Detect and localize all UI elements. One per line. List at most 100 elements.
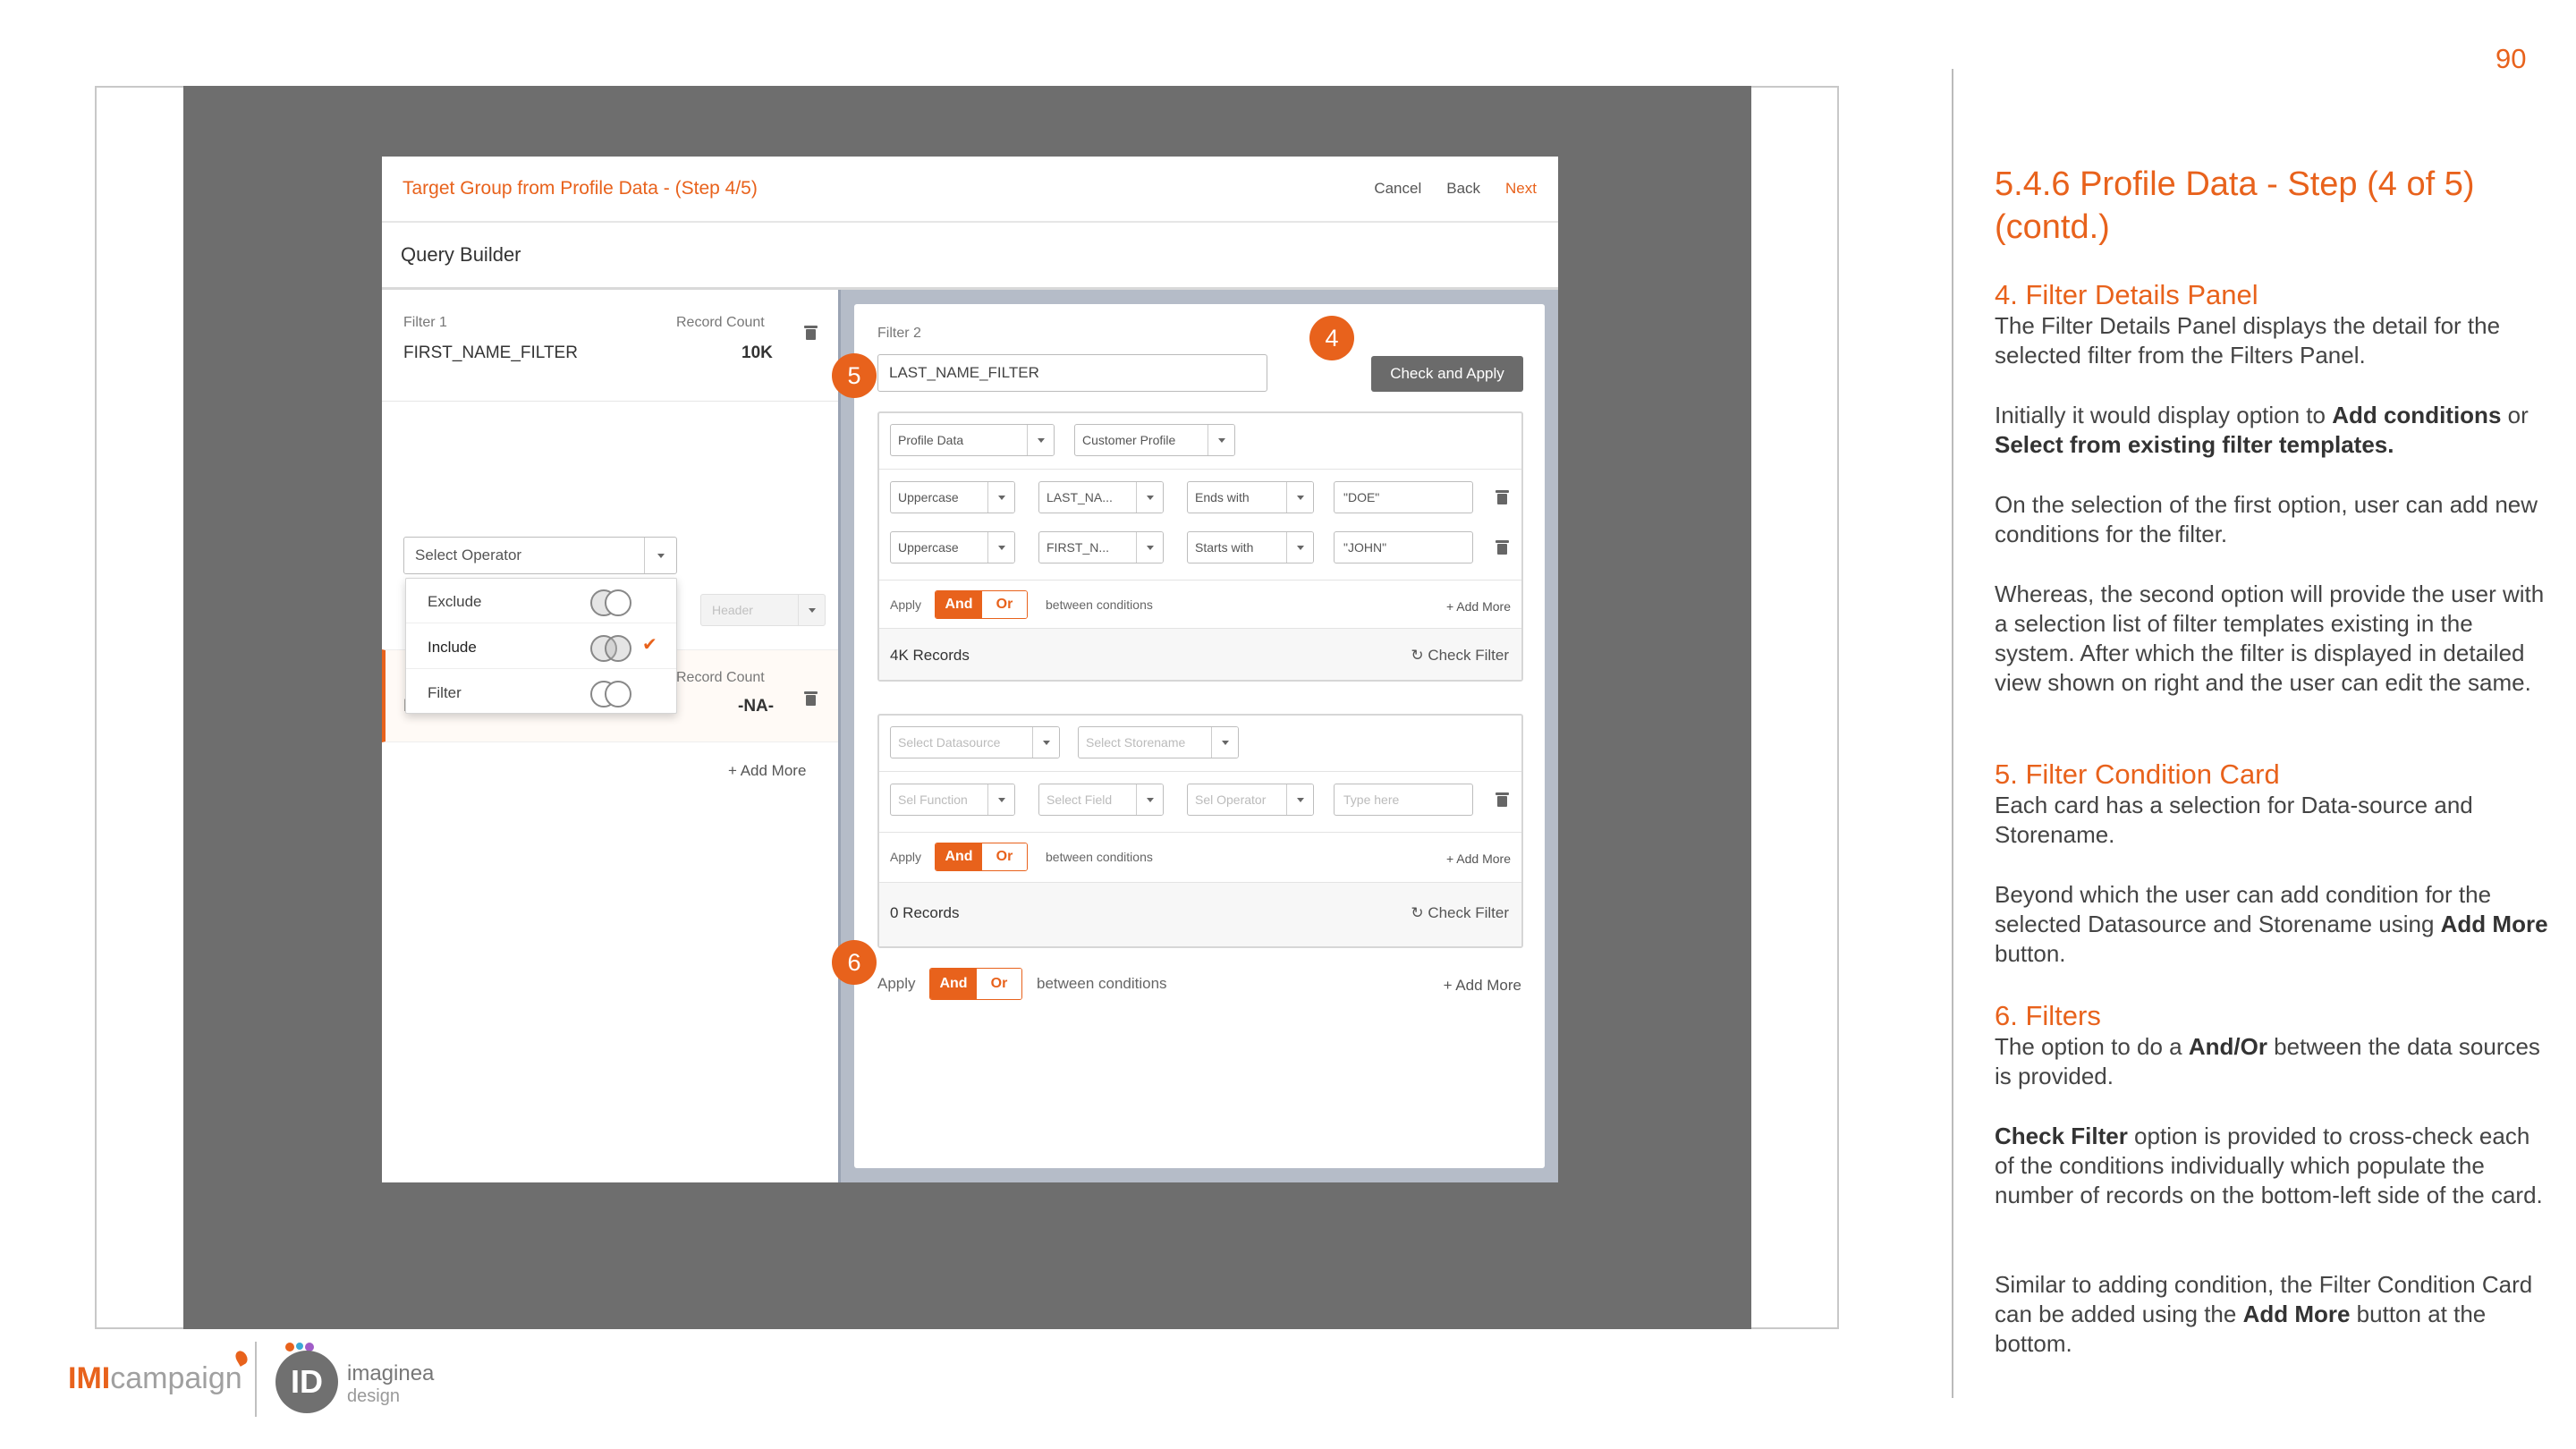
add-more-filter-link[interactable]: + Add More <box>728 762 806 780</box>
and-or-toggle[interactable]: And Or <box>935 843 1028 871</box>
dropdown-value: Profile Data <box>898 433 964 447</box>
operator-dropdown[interactable]: Sel Operator <box>1187 784 1314 816</box>
query-builder-title: Query Builder <box>401 243 521 266</box>
divider <box>879 771 1521 772</box>
check-and-apply-button[interactable]: Check and Apply <box>1371 356 1523 392</box>
check-filter-link[interactable]: ↻ Check Filter <box>1411 647 1509 665</box>
datasource-dropdown[interactable]: Profile Data <box>890 424 1055 456</box>
and-button[interactable]: And <box>936 843 982 870</box>
and-or-toggle[interactable]: And Or <box>935 590 1028 619</box>
value-input[interactable]: Type here <box>1334 784 1473 816</box>
next-button[interactable]: Next <box>1505 180 1537 198</box>
operator-option-filter[interactable]: Filter <box>406 670 676 715</box>
paragraph: On the selection of the first option, us… <box>1995 491 2538 547</box>
dropdown-value: Select Storename <box>1086 735 1186 750</box>
chevron-down-icon <box>644 538 676 573</box>
dropdown-value: Sel Function <box>898 792 968 807</box>
add-more-card-link[interactable]: + Add More <box>1444 977 1521 995</box>
header-dropdown[interactable]: Header <box>700 594 826 626</box>
chevron-down-icon <box>987 482 1014 513</box>
storename-dropdown[interactable]: Customer Profile <box>1074 424 1235 456</box>
chevron-down-icon <box>1032 727 1059 758</box>
filter2-count-label: Record Count <box>676 670 765 685</box>
filter-name-input[interactable]: LAST_NAME_FILTER <box>877 354 1267 392</box>
check-filter-label: Check Filter <box>1428 904 1509 921</box>
records-count: 4K Records <box>890 647 970 664</box>
apply-label: Apply <box>890 597 922 612</box>
function-dropdown[interactable]: Uppercase <box>890 531 1015 564</box>
delete-condition-icon[interactable] <box>1496 540 1509 555</box>
dropdown-value: FIRST_N... <box>1046 540 1110 555</box>
paragraph: Check Filter option is provided to cross… <box>1995 1123 2543 1208</box>
add-more-condition-link[interactable]: + Add More <box>1446 852 1511 866</box>
delete-condition-icon[interactable] <box>1496 490 1509 504</box>
dropdown-value: Uppercase <box>898 490 959 504</box>
or-button[interactable]: Or <box>982 843 1027 870</box>
imaginea-wordmark: imaginea <box>347 1361 435 1385</box>
dropdown-value: Uppercase <box>898 540 959 555</box>
value-input[interactable]: "JOHN" <box>1334 531 1473 564</box>
select-operator-dropdown[interactable]: Select Operator <box>403 537 677 574</box>
chevron-down-icon <box>1136 532 1163 563</box>
filter-details-panel: Filter 2 LAST_NAME_FILTER Check and Appl… <box>841 290 1558 1182</box>
section-title: 5.4.6 Profile Data - Step (4 of 5) (cont… <box>1995 165 2475 246</box>
and-button[interactable]: And <box>930 969 977 999</box>
chevron-down-icon <box>1136 784 1163 815</box>
delete-condition-icon[interactable] <box>1496 792 1509 807</box>
paragraph: Whereas, the second option will provide … <box>1995 580 2545 696</box>
modal-actions: Cancel Back Next <box>1374 180 1537 198</box>
or-button[interactable]: Or <box>977 969 1021 999</box>
divider <box>879 832 1521 833</box>
check-filter-label: Check Filter <box>1428 647 1509 664</box>
filter1-label: Filter 1 <box>403 315 447 330</box>
dropdown-value: Ends with <box>1195 490 1250 504</box>
card-footer: 4K Records ↻ Check Filter <box>879 628 1521 680</box>
back-button[interactable]: Back <box>1446 180 1480 198</box>
field-dropdown[interactable]: LAST_NA... <box>1038 481 1164 513</box>
function-dropdown[interactable]: Sel Function <box>890 784 1015 816</box>
modal-title: Target Group from Profile Data - (Step 4… <box>402 178 758 199</box>
between-conditions-label: between conditions <box>1037 975 1167 992</box>
venn-filter-icon <box>590 681 635 708</box>
cancel-button[interactable]: Cancel <box>1374 180 1421 198</box>
check-filter-link[interactable]: ↻ Check Filter <box>1411 904 1509 922</box>
between-conditions-label: between conditions <box>1046 597 1153 612</box>
logo-divider <box>255 1342 257 1417</box>
value-input[interactable]: "DOE" <box>1334 481 1473 513</box>
select-operator-placeholder: Select Operator <box>415 547 522 564</box>
dropdown-value: Customer Profile <box>1082 433 1176 447</box>
filter2-count: -NA- <box>738 697 775 716</box>
field-dropdown[interactable]: Select Field <box>1038 784 1164 816</box>
filter1-count-label: Record Count <box>676 315 765 330</box>
dropdown-value: Starts with <box>1195 540 1254 555</box>
page-number: 90 <box>2496 43 2527 74</box>
operator-option-label: Filter <box>428 684 462 701</box>
and-button[interactable]: And <box>936 591 982 618</box>
callout-badge-6: 6 <box>832 940 877 985</box>
function-dropdown[interactable]: Uppercase <box>890 481 1015 513</box>
delete-filter2-icon[interactable] <box>804 691 818 706</box>
delete-filter1-icon[interactable] <box>804 326 818 340</box>
storename-dropdown[interactable]: Select Storename <box>1078 726 1239 758</box>
add-more-condition-link[interactable]: + Add More <box>1446 599 1511 614</box>
or-button[interactable]: Or <box>982 591 1027 618</box>
chevron-down-icon <box>1136 482 1163 513</box>
chevron-down-icon <box>987 532 1014 563</box>
header-dropdown-label: Header <box>712 603 753 617</box>
divider <box>879 469 1521 470</box>
operator-dropdown[interactable]: Ends with <box>1187 481 1314 513</box>
chevron-down-icon <box>798 595 825 625</box>
field-dropdown[interactable]: FIRST_N... <box>1038 531 1164 564</box>
paragraph: Each card has a selection for Data-sourc… <box>1995 792 2473 848</box>
datasource-dropdown[interactable]: Select Datasource <box>890 726 1060 758</box>
divider <box>382 401 838 402</box>
operator-option-include[interactable]: Include ✔ <box>406 624 676 669</box>
operator-option-exclude[interactable]: Exclude <box>406 579 676 623</box>
dropdown-value: Select Datasource <box>898 735 1001 750</box>
operator-dropdown[interactable]: Starts with <box>1187 531 1314 564</box>
and-or-toggle[interactable]: And Or <box>929 968 1022 1000</box>
between-conditions-label: between conditions <box>1046 850 1153 864</box>
heading-filter-details-panel: 4. Filter Details Panel <box>1995 279 2258 310</box>
apply-label: Apply <box>877 975 916 992</box>
heading-filter-condition-card: 5. Filter Condition Card <box>1995 758 2280 790</box>
